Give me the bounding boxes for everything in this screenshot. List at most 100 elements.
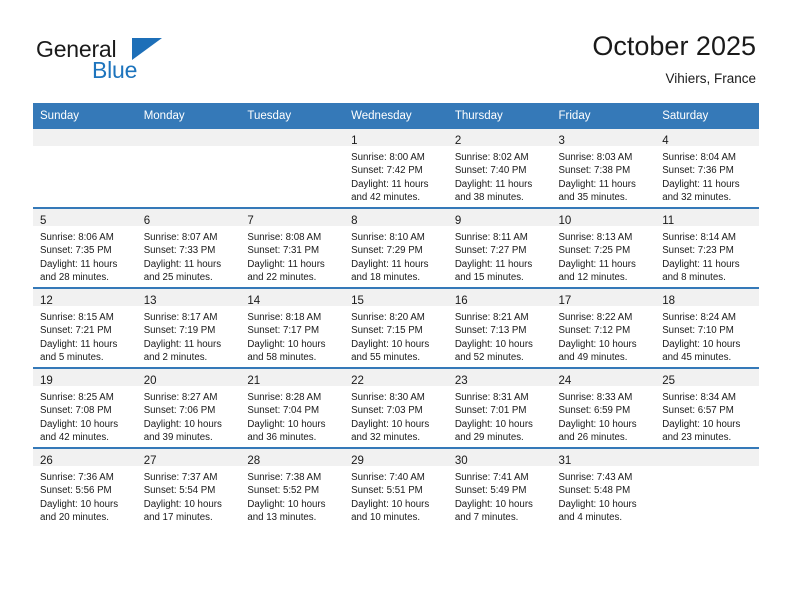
day-detail-line: Daylight: 10 hours bbox=[247, 418, 326, 430]
day-detail-line: Sunrise: 8:06 AM bbox=[40, 232, 114, 243]
day-detail-line: and 4 minutes. bbox=[558, 512, 623, 524]
day-cell[interactable]: 10 Sunrise: 8:13 AM Sunset: 7:25 PM Dayligh… bbox=[551, 207, 656, 288]
day-detail-line: and 32 minutes. bbox=[662, 192, 732, 204]
day-number: 5 bbox=[40, 215, 47, 227]
day-details: Sunrise: 8:31 AM Sunset: 7:01 PM Daylight:… bbox=[448, 386, 552, 445]
day-detail-line: Sunset: 7:13 PM bbox=[454, 325, 527, 337]
day-detail-line: and 20 minutes. bbox=[40, 512, 109, 524]
day-cell[interactable]: 28 Sunrise: 7:38 AM Sunset: 5:52 PM Dayligh… bbox=[240, 447, 345, 527]
calendar-body: 1 Sunrise: 8:00 AM Sunset: 7:42 PM Daylight… bbox=[33, 129, 759, 527]
day-number-band: 10 bbox=[551, 209, 656, 227]
day-detail-line: Sunrise: 8:02 AM bbox=[454, 152, 529, 163]
day-cell[interactable]: 21 Sunrise: 8:28 AM Sunset: 7:04 PM Dayligh… bbox=[240, 367, 345, 448]
day-cell[interactable]: 19 Sunrise: 8:25 AM Sunset: 7:08 PM Dayligh… bbox=[33, 367, 137, 448]
day-detail-line: Daylight: 10 hours bbox=[351, 498, 430, 510]
day-detail-line: and 10 minutes. bbox=[351, 512, 421, 524]
day-cell[interactable]: 8 Sunrise: 8:10 AM Sunset: 7:29 PM Daylight… bbox=[344, 207, 448, 288]
day-cell[interactable]: 20 Sunrise: 8:27 AM Sunset: 7:06 PM Dayligh… bbox=[136, 367, 241, 448]
day-details: Sunrise: 8:13 AM Sunset: 7:25 PM Daylight:… bbox=[552, 226, 656, 285]
day-cell[interactable]: 1 Sunrise: 8:00 AM Sunset: 7:42 PM Daylight… bbox=[344, 129, 448, 208]
day-cell[interactable]: 2 Sunrise: 8:02 AM Sunset: 7:40 PM Daylight… bbox=[447, 129, 552, 208]
week-row: 19 Sunrise: 8:25 AM Sunset: 7:08 PM Dayligh… bbox=[33, 367, 759, 448]
weekday-header-monday: Monday bbox=[136, 103, 241, 129]
day-detail-line: Sunrise: 8:34 AM bbox=[662, 392, 736, 403]
day-cell[interactable]: 14 Sunrise: 8:18 AM Sunset: 7:17 PM Dayligh… bbox=[240, 287, 345, 368]
day-detail-line: Sunset: 7:23 PM bbox=[662, 245, 734, 257]
day-cell[interactable]: 13 Sunrise: 8:17 AM Sunset: 7:19 PM Dayligh… bbox=[136, 287, 241, 368]
day-details bbox=[33, 146, 137, 151]
day-number-band: 15 bbox=[344, 289, 448, 307]
weekday-header-friday: Friday bbox=[551, 103, 656, 129]
day-detail-line: and 26 minutes. bbox=[558, 432, 628, 444]
day-detail-line: Daylight: 11 hours bbox=[662, 178, 740, 190]
week-row: 1 Sunrise: 8:00 AM Sunset: 7:42 PM Daylight… bbox=[33, 129, 759, 208]
day-detail-line: Sunrise: 8:27 AM bbox=[143, 392, 218, 403]
day-detail-line: and 45 minutes. bbox=[662, 352, 732, 364]
day-details: Sunrise: 8:28 AM Sunset: 7:04 PM Daylight:… bbox=[240, 386, 344, 445]
day-cell[interactable]: 12 Sunrise: 8:15 AM Sunset: 7:21 PM Dayligh… bbox=[33, 287, 137, 368]
day-cell[interactable]: 26 Sunrise: 7:36 AM Sunset: 5:56 PM Dayligh… bbox=[33, 447, 137, 527]
day-detail-line: Sunset: 7:33 PM bbox=[143, 245, 216, 257]
day-details: Sunrise: 8:34 AM Sunset: 6:57 PM Daylight:… bbox=[655, 386, 759, 445]
day-detail-line: Sunset: 7:10 PM bbox=[662, 325, 734, 337]
day-cell[interactable]: 6 Sunrise: 8:07 AM Sunset: 7:33 PM Daylight… bbox=[136, 207, 241, 288]
day-detail-line: Sunrise: 7:40 AM bbox=[351, 472, 425, 483]
day-cell[interactable]: 30 Sunrise: 7:41 AM Sunset: 5:49 PM Dayligh… bbox=[447, 447, 552, 527]
day-cell[interactable]: 11 Sunrise: 8:14 AM Sunset: 7:23 PM Dayligh… bbox=[655, 207, 759, 288]
day-detail-line: and 18 minutes. bbox=[351, 272, 421, 284]
day-cell[interactable]: 18 Sunrise: 8:24 AM Sunset: 7:10 PM Dayligh… bbox=[655, 287, 759, 368]
day-detail-line: and 8 minutes. bbox=[662, 272, 726, 284]
day-cell[interactable]: 16 Sunrise: 8:21 AM Sunset: 7:13 PM Dayligh… bbox=[447, 287, 552, 368]
day-number: 10 bbox=[558, 215, 572, 227]
day-detail-line: Sunset: 6:59 PM bbox=[558, 405, 631, 417]
day-detail-line: and 35 minutes. bbox=[558, 192, 628, 204]
day-detail-line: and 5 minutes. bbox=[40, 352, 104, 364]
day-number: 8 bbox=[351, 215, 358, 227]
day-cell[interactable]: 17 Sunrise: 8:22 AM Sunset: 7:12 PM Dayligh… bbox=[551, 287, 656, 368]
day-detail-line: Sunset: 7:35 PM bbox=[40, 245, 112, 257]
day-detail-line: Sunrise: 8:22 AM bbox=[558, 312, 633, 323]
day-cell[interactable]: 3 Sunrise: 8:03 AM Sunset: 7:38 PM Daylight… bbox=[551, 129, 656, 208]
day-cell[interactable]: 22 Sunrise: 8:30 AM Sunset: 7:03 PM Dayligh… bbox=[344, 367, 448, 448]
brand-logo[interactable]: General Blue bbox=[36, 36, 276, 86]
day-cell[interactable]: 7 Sunrise: 8:08 AM Sunset: 7:31 PM Daylight… bbox=[240, 207, 345, 288]
day-detail-line: Sunrise: 8:30 AM bbox=[351, 392, 425, 403]
day-cell[interactable]: 31 Sunrise: 7:43 AM Sunset: 5:48 PM Dayligh… bbox=[551, 447, 656, 527]
day-number-band: 5 bbox=[33, 209, 137, 227]
day-cell[interactable]: 4 Sunrise: 8:04 AM Sunset: 7:36 PM Daylight… bbox=[655, 129, 759, 208]
day-cell[interactable]: 24 Sunrise: 8:33 AM Sunset: 6:59 PM Dayligh… bbox=[551, 367, 656, 448]
day-cell[interactable]: 5 Sunrise: 8:06 AM Sunset: 7:35 PM Daylight… bbox=[33, 207, 137, 288]
day-detail-line: Sunrise: 8:17 AM bbox=[143, 312, 218, 323]
day-number-band: 26 bbox=[33, 449, 137, 467]
week-row: 26 Sunrise: 7:36 AM Sunset: 5:56 PM Dayligh… bbox=[33, 447, 759, 527]
day-cell[interactable]: 27 Sunrise: 7:37 AM Sunset: 5:54 PM Dayligh… bbox=[136, 447, 241, 527]
day-number: 7 bbox=[247, 215, 254, 227]
day-details: Sunrise: 8:22 AM Sunset: 7:12 PM Daylight:… bbox=[552, 306, 656, 365]
day-detail-line: and 36 minutes. bbox=[247, 432, 317, 444]
day-number-band: 17 bbox=[551, 289, 656, 307]
day-cell[interactable]: 29 Sunrise: 7:40 AM Sunset: 5:51 PM Dayligh… bbox=[344, 447, 448, 527]
day-detail-line: Daylight: 10 hours bbox=[454, 338, 533, 350]
day-number: 31 bbox=[558, 455, 572, 467]
day-detail-line: Sunrise: 8:08 AM bbox=[247, 232, 322, 243]
day-cell[interactable]: 15 Sunrise: 8:20 AM Sunset: 7:15 PM Dayligh… bbox=[344, 287, 448, 368]
day-detail-line: Daylight: 10 hours bbox=[662, 418, 741, 430]
day-number-band: 25 bbox=[655, 369, 759, 387]
day-cell[interactable]: 9 Sunrise: 8:11 AM Sunset: 7:27 PM Daylight… bbox=[447, 207, 552, 288]
day-detail-line: Daylight: 10 hours bbox=[558, 418, 637, 430]
day-detail-line: Sunrise: 7:43 AM bbox=[558, 472, 633, 483]
calendar-header-row: Sunday Monday Tuesday Wednesday Thursday Frid… bbox=[33, 103, 759, 129]
day-number: 19 bbox=[40, 375, 53, 387]
day-detail-line: Sunrise: 8:11 AM bbox=[454, 232, 528, 243]
day-cell[interactable]: 23 Sunrise: 8:31 AM Sunset: 7:01 PM Dayligh… bbox=[447, 367, 552, 448]
day-details bbox=[240, 146, 344, 151]
day-detail-line: Sunrise: 8:14 AM bbox=[662, 232, 736, 243]
day-detail-line: and 29 minutes. bbox=[454, 432, 524, 444]
day-detail-line: Sunset: 7:04 PM bbox=[247, 405, 320, 417]
day-cell[interactable]: 25 Sunrise: 8:34 AM Sunset: 6:57 PM Dayligh… bbox=[655, 367, 759, 448]
day-detail-line: and 7 minutes. bbox=[454, 512, 519, 524]
day-detail-line: and 12 minutes. bbox=[558, 272, 628, 284]
day-detail-line: Sunset: 5:56 PM bbox=[40, 485, 112, 497]
day-detail-line: and 55 minutes. bbox=[351, 352, 421, 364]
day-detail-line: Sunset: 7:29 PM bbox=[351, 245, 423, 257]
